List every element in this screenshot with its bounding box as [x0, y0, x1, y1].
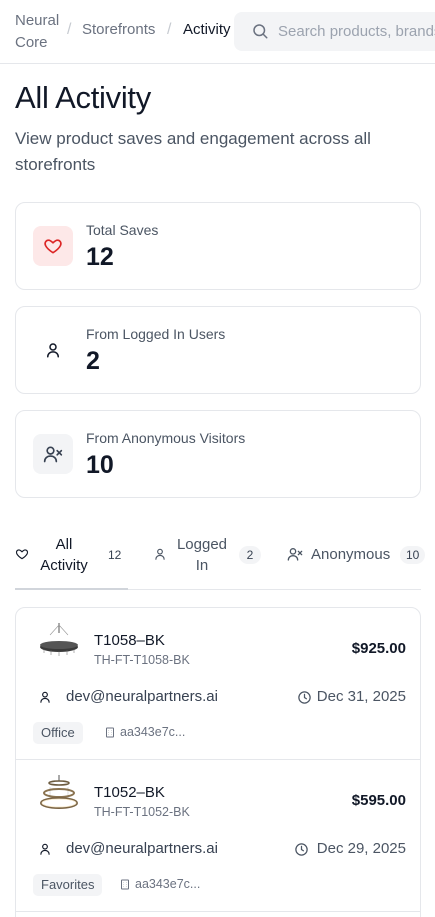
stat-card-total-saves: Total Saves 12	[15, 202, 421, 290]
tab-label: All Activity	[40, 536, 88, 574]
building-icon	[106, 727, 114, 738]
search-box[interactable]	[234, 12, 435, 51]
tab-anonymous[interactable]: Anonymous 10	[286, 532, 426, 590]
tab-count: 12	[108, 548, 122, 562]
list-item[interactable]: T1052–BK TH-FT-T1052-BK $595.00 dev@neur…	[16, 760, 420, 912]
user-x-icon	[287, 548, 303, 561]
stat-value: 2	[86, 347, 100, 375]
top-bar: Neural Core / Storefronts / Activity	[0, 0, 435, 64]
tab-count: 10	[400, 546, 426, 564]
clock-icon	[295, 843, 308, 856]
tab-all-activity[interactable]: All Activity 12	[15, 532, 128, 590]
clock-icon	[298, 691, 311, 704]
storefront-id: aa343e7c...	[120, 725, 186, 739]
list-item[interactable]: T1058–BK TH-FT-T1058-BK $925.00 dev@neur…	[16, 608, 420, 760]
tab-count: 2	[239, 546, 261, 564]
product-code: TH-FT-T1058-BK	[94, 653, 190, 667]
page-title: All Activity	[15, 80, 151, 115]
user-email: dev@neuralpartners.ai	[66, 688, 218, 705]
breadcrumb-root-link[interactable]: Neural Core	[15, 10, 63, 54]
product-price: $925.00	[351, 640, 406, 657]
product-price: $595.00	[351, 792, 406, 809]
product-sku[interactable]: T1058–BK	[94, 632, 165, 649]
collection-tag: Office	[33, 722, 83, 744]
stat-label: From Anonymous Visitors	[86, 430, 246, 446]
activity-list: T1058–BK TH-FT-T1058-BK $925.00 dev@neur…	[15, 607, 421, 917]
stat-label: Total Saves	[86, 222, 159, 238]
tab-logged-in[interactable]: Logged In 2	[151, 532, 265, 590]
product-sku[interactable]: T1052–BK	[94, 784, 165, 801]
tab-label: Anonymous	[311, 546, 391, 563]
collection-tag: Favorites	[33, 874, 103, 896]
activity-date: Dec 31, 2025	[316, 688, 406, 705]
building-icon	[121, 879, 129, 890]
stat-card-anonymous: From Anonymous Visitors 10	[15, 410, 421, 498]
product-code: TH-FT-T1052-BK	[94, 805, 190, 819]
activity-date: Dec 29, 2025	[316, 840, 406, 857]
user-icon	[40, 843, 50, 855]
breadcrumb-storefronts-link[interactable]: Storefronts	[82, 21, 155, 38]
heart-icon	[15, 549, 29, 560]
user-icon	[155, 548, 165, 560]
breadcrumb-separator: /	[167, 21, 172, 38]
user-x-icon	[33, 434, 73, 474]
product-thumbnail	[40, 775, 78, 809]
page-subtitle: View product saves and engagement across…	[15, 129, 371, 174]
stat-value: 10	[86, 451, 114, 479]
user-icon	[33, 330, 73, 370]
storefront-id: aa343e7c...	[135, 877, 201, 891]
stat-card-logged-in: From Logged In Users 2	[15, 306, 421, 394]
tab-label: Logged In	[176, 536, 228, 574]
breadcrumb-current: Activity	[183, 21, 231, 38]
search-icon	[253, 24, 268, 39]
breadcrumb-separator: /	[67, 21, 72, 38]
heart-icon	[33, 226, 73, 266]
product-thumbnail	[40, 623, 78, 656]
user-icon	[40, 691, 50, 703]
stat-label: From Logged In Users	[86, 326, 226, 342]
user-email: dev@neuralpartners.ai	[66, 840, 218, 857]
stat-value: 12	[86, 243, 114, 271]
activity-tabs: All Activity 12 Logged In 2 Anonymous 10	[15, 532, 426, 590]
search-input[interactable]	[278, 12, 435, 51]
